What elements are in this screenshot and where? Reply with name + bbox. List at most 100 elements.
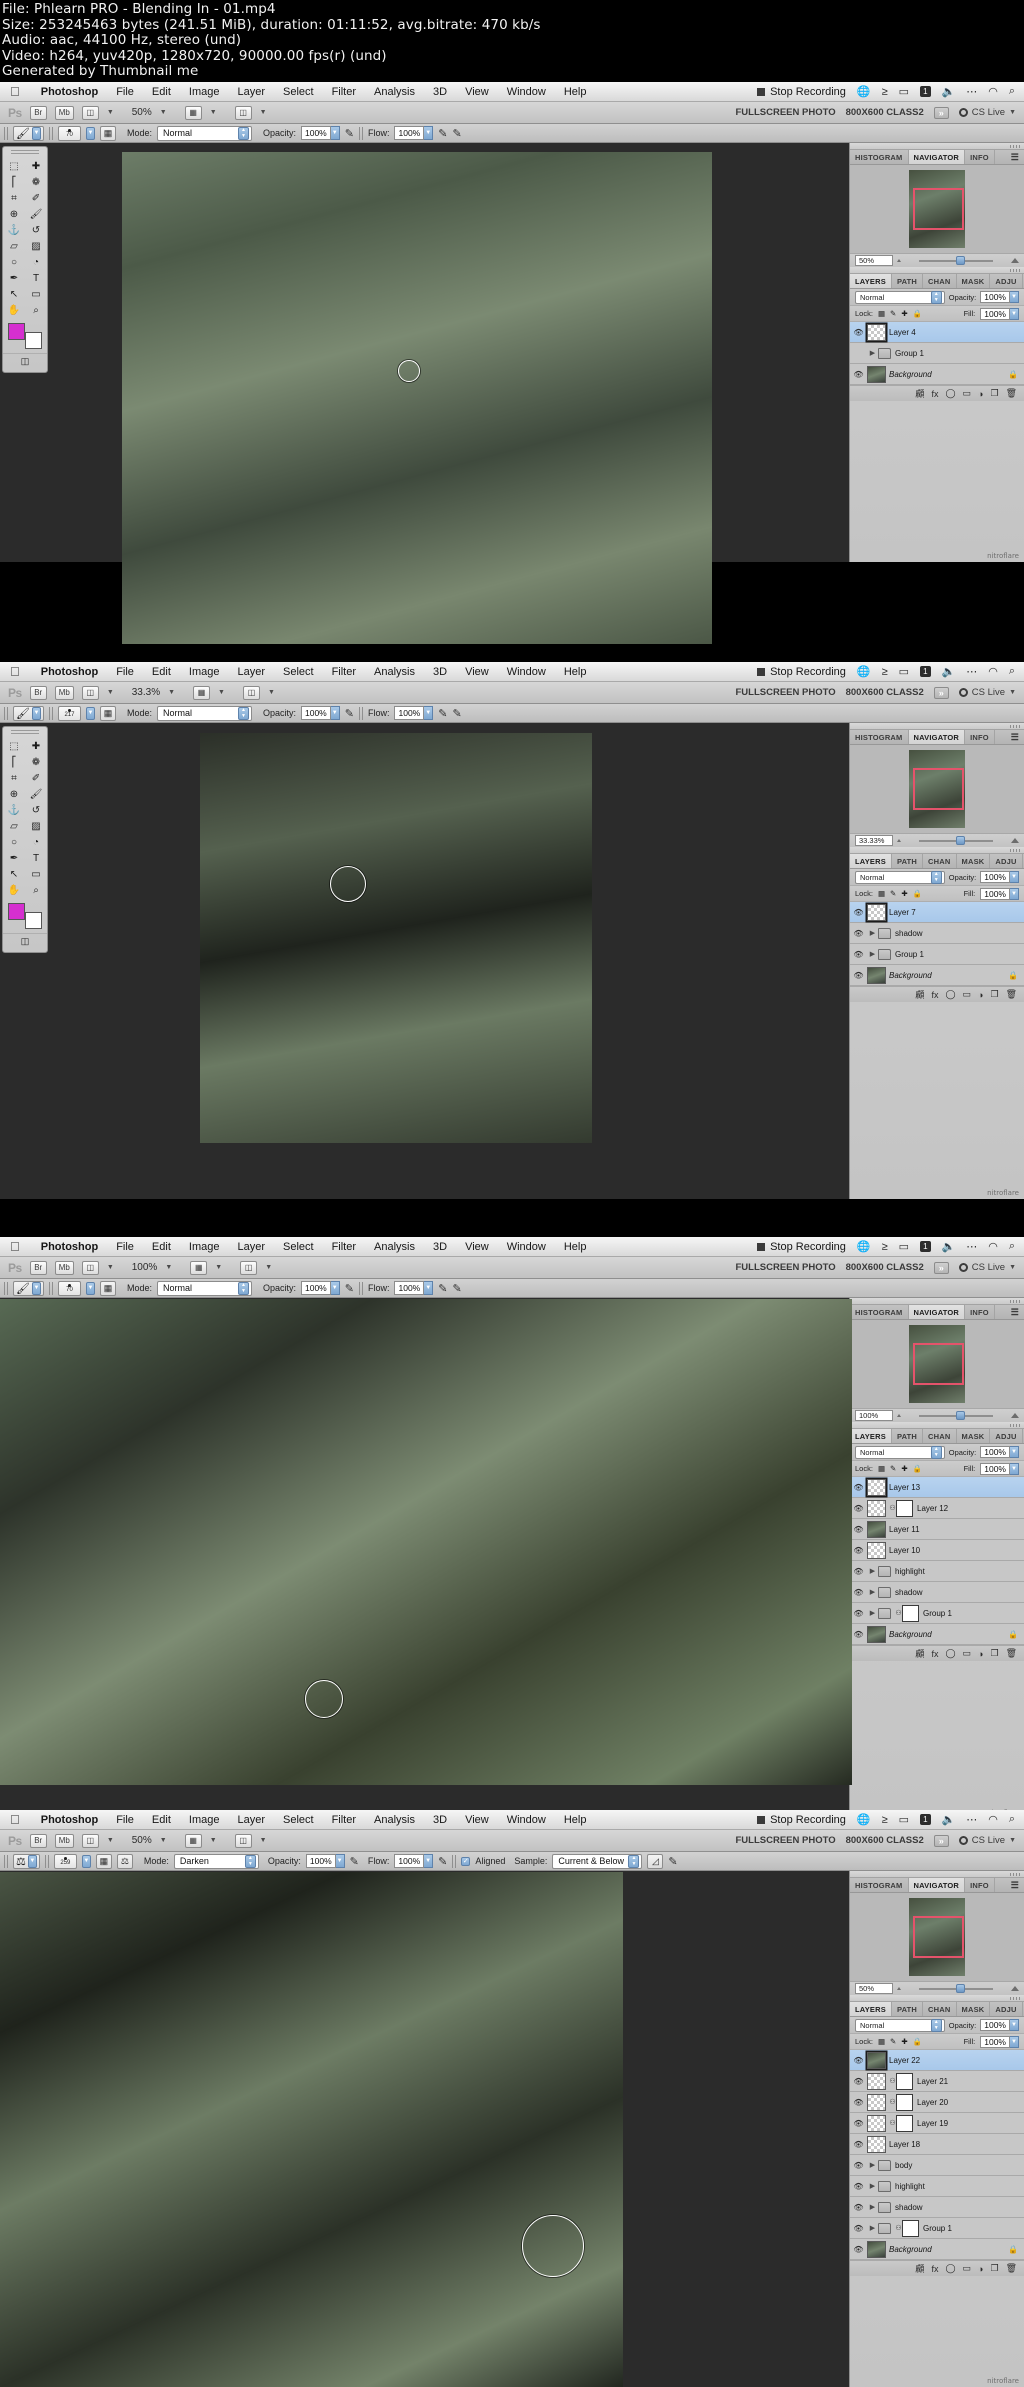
view-extras-icon[interactable]: ◫: [81, 105, 99, 120]
navigator-zoom-value[interactable]: 33.33%: [855, 835, 893, 846]
panel-menu-icon[interactable]: ☰: [1006, 150, 1024, 164]
menu-edit[interactable]: Edit: [143, 666, 180, 678]
layer-thumbnail[interactable]: [867, 1520, 886, 1538]
layer-row[interactable]: 👁 ▶ shadow: [850, 1582, 1024, 1603]
layer-name[interactable]: Background: [889, 370, 932, 379]
layer-visibility-toggle[interactable]: 👁: [850, 2161, 867, 2170]
layer-visibility-toggle[interactable]: 👁: [850, 950, 867, 959]
layer-mask-icon[interactable]: ◯: [945, 388, 955, 399]
layer-name[interactable]: Background: [889, 971, 932, 980]
brush-size-picker[interactable]: 70: [57, 125, 81, 141]
menu-layer[interactable]: Layer: [228, 1814, 274, 1826]
layer-opacity-field[interactable]: 100% ▼: [980, 870, 1019, 884]
new-group-icon[interactable]: ▭: [963, 1648, 972, 1659]
lock-all-icon[interactable]: 🔒: [913, 309, 922, 318]
background-color-swatch[interactable]: [25, 912, 42, 929]
zoom-level-caret[interactable]: ▼: [168, 689, 175, 696]
lock-image-icon[interactable]: ✎: [890, 2037, 896, 2046]
navigator-zoom-value[interactable]: 50%: [855, 1983, 893, 1994]
blur-tool-icon[interactable]: ○: [3, 254, 25, 270]
spot-heal-tool-icon[interactable]: ⊕: [3, 1361, 25, 1377]
airplay-icon[interactable]: ≥: [882, 1241, 888, 1253]
launch-bridge-button[interactable]: Br: [29, 1833, 47, 1848]
eyedropper-tool-icon[interactable]: ✐: [25, 770, 47, 786]
layer-visibility-toggle[interactable]: 👁: [850, 1609, 867, 1618]
menu-help[interactable]: Help: [555, 1241, 596, 1253]
foreground-color-swatch[interactable]: [8, 1478, 25, 1495]
menu-filter[interactable]: Filter: [323, 666, 365, 678]
screen-mode-caret[interactable]: ▼: [265, 1264, 272, 1271]
opacity-pressure-icon[interactable]: ✎: [345, 1282, 354, 1295]
lock-transparency-icon[interactable]: ▦: [878, 1464, 885, 1473]
workspace-fullscreen-photo[interactable]: FULLSCREEN PHOTO: [736, 687, 836, 698]
layer-fill-field[interactable]: 100% ▼: [980, 307, 1019, 321]
eraser-tool-icon[interactable]: ▱: [3, 1966, 25, 1982]
panel-dock-grip-3[interactable]: [850, 1871, 1024, 1878]
shape-tool-icon[interactable]: ▭: [25, 286, 47, 302]
group-disclosure-triangle[interactable]: ▶: [867, 2161, 878, 2169]
workspace-more-button[interactable]: »: [933, 1261, 949, 1274]
delete-layer-icon[interactable]: 🗑: [1006, 388, 1017, 399]
menu-layer[interactable]: Layer: [228, 666, 274, 678]
menu-filter[interactable]: Filter: [323, 86, 365, 98]
foreground-color-swatch[interactable]: [8, 323, 25, 340]
layer-name[interactable]: Layer 19: [917, 2119, 948, 2128]
opacity-pressure-icon[interactable]: ✎: [345, 127, 354, 140]
tab-adju[interactable]: ADJU: [990, 274, 1023, 288]
blur-tool-icon[interactable]: ○: [3, 1982, 25, 1998]
layer-opacity-field[interactable]: 100% ▼: [980, 1445, 1019, 1459]
menu-3d[interactable]: 3D: [424, 666, 456, 678]
active-tool-preset[interactable]: 🖌 ▼: [13, 1280, 44, 1296]
layer-name[interactable]: Group 1: [895, 349, 924, 358]
panel-menu-icon[interactable]: ☰: [1006, 730, 1024, 744]
tab-histogram[interactable]: HISTOGRAM: [850, 730, 909, 744]
menu-file[interactable]: File: [107, 666, 143, 678]
zoom-out-icon[interactable]: [897, 839, 901, 842]
menu-view[interactable]: View: [456, 666, 498, 678]
tab-adju[interactable]: ADJU: [990, 854, 1023, 868]
spot-heal-tool-icon[interactable]: ⊕: [3, 1934, 25, 1950]
view-extras-caret[interactable]: ▼: [107, 1837, 114, 1844]
group-disclosure-triangle[interactable]: ▶: [867, 950, 878, 958]
launch-mini-bridge-button[interactable]: Mb: [54, 1260, 74, 1275]
layer-blend-mode-select[interactable]: Normal ▲ ▼: [855, 870, 945, 884]
menu-edit[interactable]: Edit: [143, 86, 180, 98]
type-tool-icon[interactable]: T: [25, 270, 47, 286]
zoom-slider[interactable]: [905, 1983, 1007, 1994]
menu-image[interactable]: Image: [180, 1241, 229, 1253]
opacity-field[interactable]: 100% ▼: [301, 706, 340, 720]
tab-layers[interactable]: LAYERS: [850, 2002, 892, 2016]
tab-path[interactable]: PATH: [892, 274, 924, 288]
opacity-pressure-icon[interactable]: ✎: [345, 707, 354, 720]
view-extras-caret[interactable]: ▼: [107, 1264, 114, 1271]
tab-histogram[interactable]: HISTOGRAM: [850, 1878, 909, 1892]
navigator-zoom-value[interactable]: 100%: [855, 1410, 893, 1421]
zoom-slider[interactable]: [905, 1410, 1007, 1421]
zoom-slider[interactable]: [905, 255, 1007, 266]
link-layers-icon[interactable]: 顣: [915, 2262, 924, 2275]
move-tool-icon[interactable]: ✚: [25, 1313, 47, 1329]
screen-mode-icon[interactable]: ◫: [242, 685, 260, 700]
tab-mask[interactable]: MASK: [957, 274, 991, 288]
brush-size-picker[interactable]: 217: [57, 705, 81, 721]
layer-row[interactable]: 👁 Layer 18: [850, 2134, 1024, 2155]
menu-edit[interactable]: Edit: [143, 1814, 180, 1826]
new-layer-icon[interactable]: ❐: [990, 2263, 998, 2274]
dodge-tool-icon[interactable]: ◔: [25, 834, 47, 850]
panel-menu-icon[interactable]: ☰: [1006, 1878, 1024, 1892]
layer-visibility-toggle[interactable]: 👁: [850, 2245, 867, 2254]
lasso-tool-icon[interactable]: ⎡: [3, 754, 25, 770]
layer-blend-mode-select[interactable]: Normal ▲ ▼: [855, 290, 945, 304]
brush-preset-caret[interactable]: ▼: [85, 706, 95, 720]
view-extras-icon[interactable]: ◫: [81, 685, 99, 700]
group-disclosure-triangle[interactable]: ▶: [867, 349, 878, 357]
workspace-800x600-class2[interactable]: 800X600 CLASS2: [846, 107, 924, 118]
mask-link-icon[interactable]: ⚇: [889, 2077, 896, 2085]
zoom-level-value[interactable]: 50%: [132, 107, 152, 118]
lock-position-icon[interactable]: ✚: [901, 309, 907, 318]
layer-mask-icon[interactable]: ◯: [945, 989, 955, 1000]
shape-tool-icon[interactable]: ▭: [25, 1441, 47, 1457]
layer-row[interactable]: 👁 Layer 10: [850, 1540, 1024, 1561]
airplay-icon[interactable]: ≥: [882, 1814, 888, 1826]
layer-row[interactable]: 👁 ⚇ Layer 21: [850, 2071, 1024, 2092]
